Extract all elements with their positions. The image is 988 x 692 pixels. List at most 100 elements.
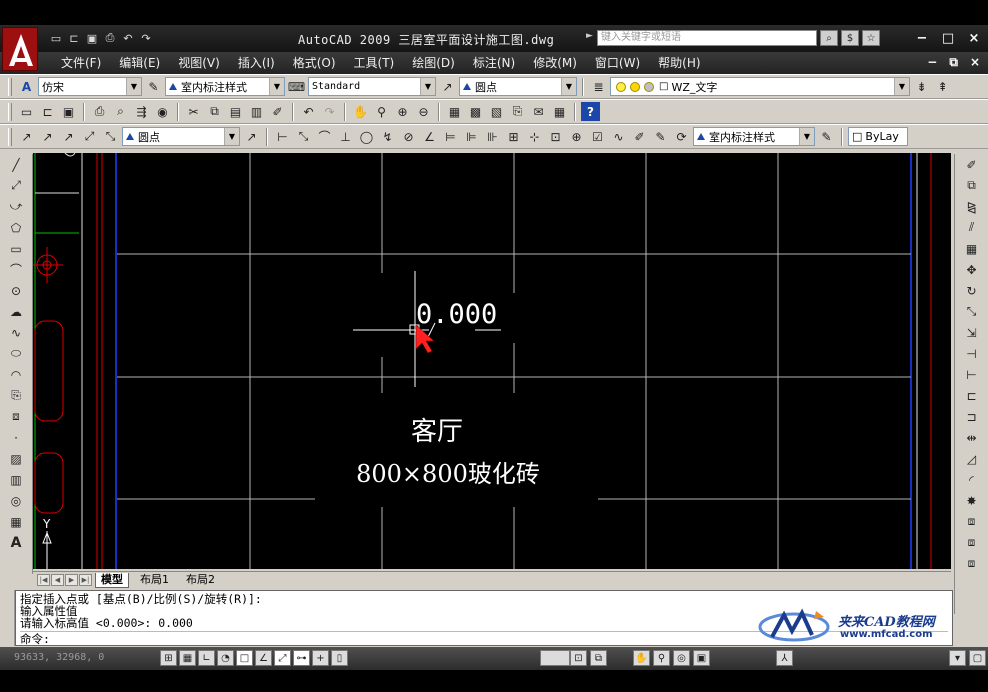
fillet-icon[interactable]: ◜ [962, 470, 982, 489]
command-window-grip[interactable] [0, 590, 15, 646]
text-style-manager-icon[interactable]: ⌨ [287, 77, 306, 96]
linetype-select[interactable]: □ ByLay [848, 127, 908, 146]
ellipse-arc-icon[interactable]: ◠ [6, 365, 26, 384]
construction-line-icon[interactable]: ⤢ [6, 176, 26, 195]
copy-icon[interactable]: ⧉ [205, 102, 224, 121]
next-layout-icon[interactable]: ▶ [65, 574, 78, 586]
prev-layout-icon[interactable]: ◀ [51, 574, 64, 586]
toolbar-grip[interactable] [8, 77, 12, 96]
snap-mode-icon[interactable]: ⊞ [160, 650, 177, 666]
object-snap-icon[interactable]: □ [236, 650, 253, 666]
chevron-down-icon[interactable]: ▼ [420, 78, 435, 95]
pan-icon[interactable]: ✋ [351, 102, 370, 121]
design-center-icon[interactable]: ▩ [466, 102, 485, 121]
diameter-dim-icon[interactable]: ⊘ [399, 127, 418, 146]
array-icon[interactable]: ▦ [962, 239, 982, 258]
copy-object-icon[interactable]: ⧉ [962, 176, 982, 195]
continue-dim-icon[interactable]: ⊪ [483, 127, 502, 146]
center-mark-icon[interactable]: ⊕ [567, 127, 586, 146]
insert-block-icon[interactable]: ⎘ [6, 386, 26, 405]
pan-status-icon[interactable]: ✋ [633, 650, 650, 666]
keyword-search-input[interactable]: 键入关键字或短语 [597, 30, 817, 46]
menu-window[interactable]: 窗口(W) [586, 55, 649, 71]
menu-help[interactable]: 帮助(H) [649, 55, 709, 71]
tab-layout2[interactable]: 布局2 [181, 573, 220, 588]
chevron-down-icon[interactable]: ▼ [894, 78, 909, 95]
extend-icon[interactable]: ⊢ [962, 365, 982, 384]
mirror-icon[interactable]: ⧎ [962, 197, 982, 216]
chevron-down-icon[interactable]: ▼ [799, 128, 814, 145]
ortho-mode-icon[interactable]: ∟ [198, 650, 215, 666]
lineweight-icon[interactable]: + [312, 650, 329, 666]
collect-leader-icon[interactable]: ⤡ [101, 127, 120, 146]
chevron-down-icon[interactable]: ▼ [224, 128, 239, 145]
toolbar-grip[interactable] [8, 102, 12, 121]
publish-icon[interactable]: ⇶ [132, 102, 151, 121]
circle-icon[interactable]: ⊙ [6, 281, 26, 300]
menu-format[interactable]: 格式(O) [284, 55, 345, 71]
polygon-icon[interactable]: ⬠ [6, 218, 26, 237]
tray-menu-icon[interactable]: ▾ [949, 650, 966, 666]
point-style-select[interactable]: 圆点 ▼ [459, 77, 577, 96]
mleader-style-select[interactable]: 圆点 ▼ [122, 127, 240, 146]
dim-edit-icon[interactable]: ✐ [630, 127, 649, 146]
coordinate-readout[interactable]: 93633, 32968, 0 [14, 652, 104, 663]
rectangle-icon[interactable]: ▭ [6, 239, 26, 258]
undo-button-icon[interactable]: ↶ [299, 102, 318, 121]
polar-tracking-icon[interactable]: ◔ [217, 650, 234, 666]
layer-lock-icon[interactable] [644, 81, 654, 92]
draworder-above-icon[interactable]: ⧈ [962, 554, 982, 573]
print-icon[interactable]: ⎙ [102, 30, 118, 46]
rotate-icon[interactable]: ↻ [962, 281, 982, 300]
object-snap-tracking-icon[interactable]: ∠ [255, 650, 272, 666]
zoom-previous-icon[interactable]: ⊖ [414, 102, 433, 121]
remove-leader-icon[interactable]: ↗ [59, 127, 78, 146]
quick-dim-icon[interactable]: ⊨ [441, 127, 460, 146]
revision-cloud-icon[interactable]: ☁ [6, 302, 26, 321]
undo-icon[interactable]: ↶ [120, 30, 136, 46]
zoom-status-icon[interactable]: ⚲ [653, 650, 670, 666]
tab-model[interactable]: 模型 [95, 573, 129, 588]
multileader-style-icon[interactable]: ↗ [438, 77, 457, 96]
last-layout-icon[interactable]: ▶| [79, 574, 92, 586]
save-file-icon[interactable]: ▣ [59, 102, 78, 121]
move-icon[interactable]: ✥ [962, 260, 982, 279]
grid-display-icon[interactable]: ▦ [179, 650, 196, 666]
menu-insert[interactable]: 插入(I) [229, 55, 284, 71]
ordinate-dim-icon[interactable]: ⊥ [336, 127, 355, 146]
chamfer-icon[interactable]: ◿ [962, 449, 982, 468]
menu-modify[interactable]: 修改(M) [524, 55, 586, 71]
save-icon[interactable]: ▣ [84, 30, 100, 46]
quickcalc-icon[interactable]: ▦ [550, 102, 569, 121]
menu-tools[interactable]: 工具(T) [345, 55, 404, 71]
mtext-icon[interactable]: A [6, 533, 26, 552]
properties-icon[interactable]: ▦ [445, 102, 464, 121]
region-icon[interactable]: ◎ [6, 491, 26, 510]
jogged-linear-icon[interactable]: ∿ [609, 127, 628, 146]
mleader-style-manager-icon[interactable]: ↗ [242, 127, 261, 146]
dim-style-select-2[interactable]: 室内标注样式 ▼ [693, 127, 815, 146]
dynamic-input-icon[interactable]: ⊶ [293, 650, 310, 666]
radius-dim-icon[interactable]: ◯ [357, 127, 376, 146]
gradient-icon[interactable]: ▥ [6, 470, 26, 489]
layer-select[interactable]: □ WZ_文字 ▼ [610, 77, 910, 96]
paste-special-icon[interactable]: ▥ [247, 102, 266, 121]
dim-update-icon[interactable]: ⟳ [672, 127, 691, 146]
spline-icon[interactable]: ∿ [6, 323, 26, 342]
toolbar-grip[interactable] [8, 127, 12, 146]
favorites-star-icon[interactable]: ☆ [862, 30, 880, 46]
join-icon[interactable]: ⇹ [962, 428, 982, 447]
first-layout-icon[interactable]: |◀ [37, 574, 50, 586]
dim-space-icon[interactable]: ⊞ [504, 127, 523, 146]
subscription-icon[interactable]: $ [841, 30, 859, 46]
chevron-down-icon[interactable]: ▼ [269, 78, 284, 95]
search-icon[interactable]: ⌕ [820, 30, 838, 46]
align-leader-icon[interactable]: ⤢ [80, 127, 99, 146]
line-icon[interactable]: ╱ [6, 155, 26, 174]
make-current-layer-icon[interactable]: ⇟ [912, 77, 931, 96]
sheet-set-icon[interactable]: ⎘ [508, 102, 527, 121]
linear-dim-icon[interactable]: ⊢ [273, 127, 292, 146]
aligned-dim-icon[interactable]: ⤡ [294, 127, 313, 146]
annotation-scale-icon[interactable]: ⅄ [776, 650, 793, 666]
quick-view-layouts-icon[interactable]: ⊡ [570, 650, 587, 666]
